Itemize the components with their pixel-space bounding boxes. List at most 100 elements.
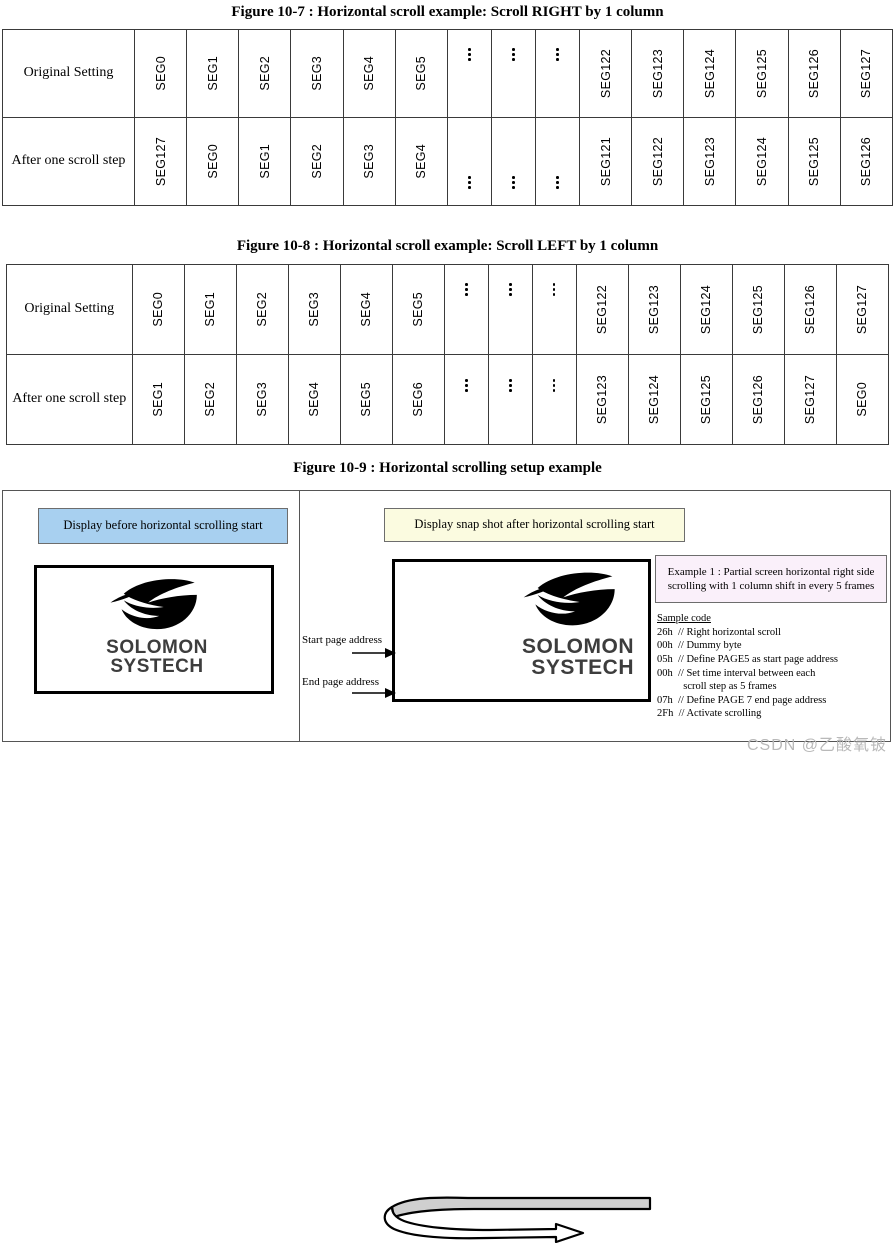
seg-label: SEG126 — [807, 48, 822, 99]
seg-cell: SEG4 — [339, 264, 393, 355]
seg-label: SEG0 — [153, 56, 168, 91]
scroll-right-table: Original Setting SEG0 SEG1 SEG2 SEG3 SEG… — [2, 29, 894, 206]
seg-cell: SEG5 — [339, 354, 393, 445]
seg-label: SEG124 — [699, 284, 714, 335]
seg-label: SEG0 — [855, 382, 870, 417]
seg-label: SEG1 — [203, 292, 218, 327]
seg-cell: SEG125 — [679, 354, 733, 445]
vertical-ellipsis-icon — [468, 174, 471, 192]
logo-text-line1: SOLOMON — [522, 635, 634, 658]
solomon-swoosh-icon — [523, 572, 615, 626]
row-label: After one scroll step — [6, 354, 133, 445]
seg-cell: SEG127 — [783, 354, 837, 445]
seg-label: SEG123 — [647, 284, 662, 335]
seg-cell: SEG1 — [186, 29, 240, 118]
seg-label: SEG2 — [255, 292, 270, 327]
seg-cell: SEG125 — [735, 29, 789, 118]
seg-cell: SEG127 — [839, 29, 894, 118]
row-label: After one scroll step — [2, 117, 135, 206]
solomon-systech-logo-scrolled: SOLOMON SYSTECH — [463, 568, 638, 678]
row-label: Original Setting — [2, 29, 135, 118]
seg-cell: SEG2 — [290, 117, 344, 206]
seg-cell: SEG124 — [735, 117, 789, 206]
seg-label: SEG1 — [151, 382, 166, 417]
seg-label: SEG5 — [359, 382, 374, 417]
seg-cell: SEG0 — [835, 354, 890, 445]
vertical-ellipsis-icon — [512, 46, 515, 64]
seg-cell: SEG121 — [578, 117, 633, 206]
seg-label: SEG122 — [595, 284, 610, 335]
sample-code-header: Sample code — [657, 613, 711, 624]
seg-cell: SEG125 — [731, 264, 785, 355]
seg-label: SEG123 — [650, 48, 665, 99]
vertical-ellipsis-icon — [512, 174, 515, 192]
vertical-ellipsis-icon — [556, 46, 559, 64]
callout-example-1: Example 1 : Partial screen horizontal ri… — [655, 555, 887, 603]
seg-label: SEG2 — [310, 144, 325, 179]
logo-text-line2: SYSTECH — [531, 656, 634, 679]
table-row: After one scroll step SEG1 SEG2 SEG3 SEG… — [6, 354, 890, 445]
vertical-ellipsis-icon — [465, 281, 468, 299]
seg-label: SEG122 — [650, 136, 665, 187]
seg-cell: SEG126 — [783, 264, 837, 355]
figure-10-9-title: Figure 10-9 : Horizontal scrolling setup… — [293, 460, 602, 476]
seg-label: SEG3 — [307, 292, 322, 327]
seg-label: SEG4 — [414, 144, 429, 179]
seg-label: SEG2 — [203, 382, 218, 417]
start-page-address-label: Start page address — [302, 634, 383, 646]
seg-cell: SEG0 — [131, 264, 185, 355]
seg-cell: SEG123 — [575, 354, 629, 445]
seg-label: SEG3 — [362, 144, 377, 179]
vertical-ellipsis-icon — [468, 46, 471, 64]
seg-label: SEG123 — [595, 374, 610, 425]
seg-cell: SEG4 — [287, 354, 341, 445]
seg-cell: SEG124 — [627, 354, 681, 445]
seg-cell: SEG127 — [133, 117, 188, 206]
solomon-systech-logo: SOLOMON SYSTECH — [86, 576, 228, 676]
seg-label: SEG123 — [702, 136, 717, 187]
seg-cell: SEG1 — [131, 354, 185, 445]
ellipsis-cell — [446, 117, 492, 206]
seg-cell: SEG127 — [835, 264, 890, 355]
sample-code-line: 2Fh // Activate scrolling — [657, 708, 762, 720]
logo-text-line2: SYSTECH — [110, 656, 204, 677]
seg-label: SEG3 — [310, 56, 325, 91]
seg-label: SEG126 — [751, 374, 766, 425]
sample-code-line: 05h // Define PAGE5 as start page addres… — [657, 653, 838, 665]
seg-cell: SEG122 — [631, 117, 685, 206]
table-row: After one scroll step SEG127 SEG0 SEG1 S… — [2, 117, 894, 206]
seg-label: SEG126 — [803, 284, 818, 335]
end-page-address-label: End page address — [302, 676, 379, 688]
panel-divider — [299, 491, 300, 741]
seg-label: SEG121 — [598, 136, 613, 187]
seg-cell: SEG2 — [183, 354, 237, 445]
seg-cell: SEG3 — [235, 354, 289, 445]
seg-cell: SEG4 — [342, 29, 396, 118]
seg-label: SEG1 — [205, 56, 220, 91]
seg-cell: SEG122 — [575, 264, 629, 355]
seg-label: SEG127 — [855, 284, 870, 335]
ellipsis-cell — [531, 354, 577, 445]
seg-label: SEG0 — [205, 144, 220, 179]
row-label: Original Setting — [6, 264, 133, 355]
logo-text-line1: SOLOMON — [106, 637, 208, 658]
seg-label: SEG4 — [362, 56, 377, 91]
seg-cell: SEG125 — [787, 117, 841, 206]
seg-label: SEG122 — [598, 48, 613, 99]
ellipsis-cell — [443, 354, 489, 445]
seg-label: SEG125 — [755, 48, 770, 99]
vertical-ellipsis-icon — [556, 174, 559, 192]
sample-code-line: 07h // Define PAGE 7 end page address — [657, 694, 827, 706]
sample-code-line: 26h // Right horizontal scroll — [657, 626, 781, 638]
seg-cell: SEG123 — [631, 29, 685, 118]
seg-label: SEG124 — [647, 374, 662, 425]
start-page-arrow-icon — [352, 648, 396, 658]
seg-cell: SEG124 — [679, 264, 733, 355]
seg-cell: SEG1 — [238, 117, 292, 206]
seg-label: SEG125 — [751, 284, 766, 335]
seg-cell: SEG6 — [391, 354, 445, 445]
end-page-arrow-icon — [352, 688, 396, 698]
seg-label: SEG127 — [859, 48, 874, 99]
scroll-left-table: Original Setting SEG0 SEG1 SEG2 SEG3 SEG… — [6, 264, 890, 445]
scroll-direction-arrow-icon — [383, 1196, 652, 1243]
